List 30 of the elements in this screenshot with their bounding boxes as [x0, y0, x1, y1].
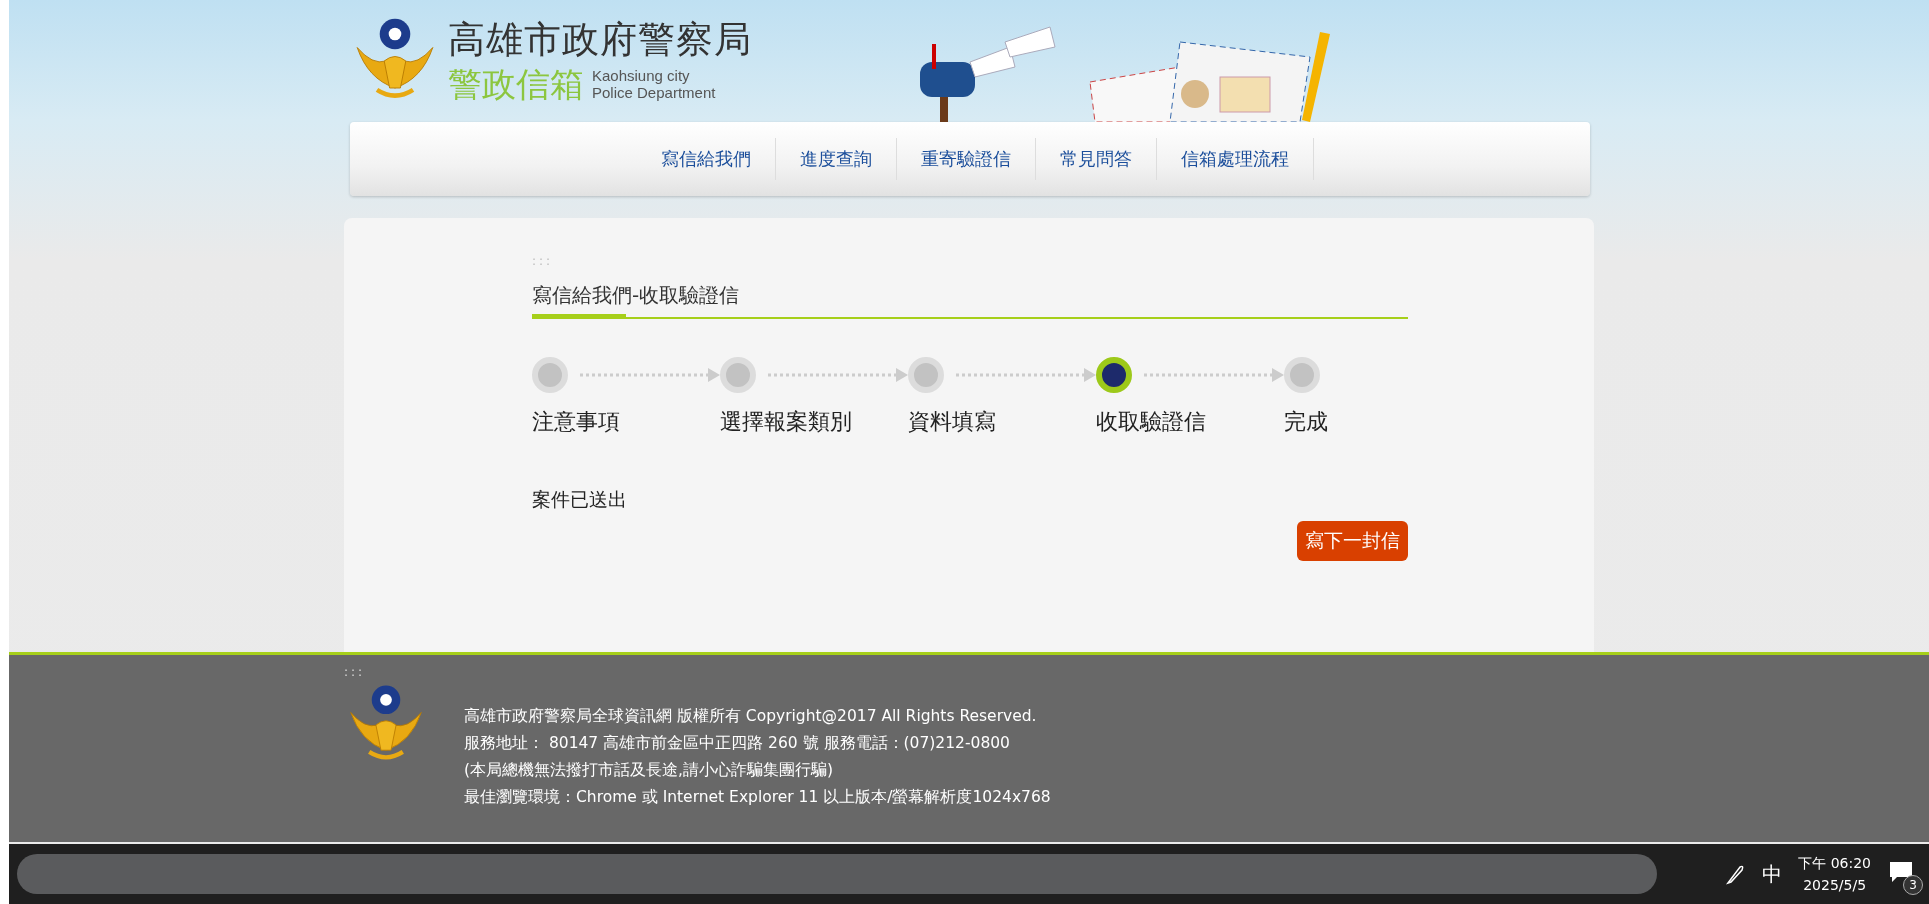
footer-text: 高雄市政府警察局全球資訊網 版權所有 Copyright@2017 All Rights Reserved.	[464, 706, 1038, 727]
footer-text: 服務地址： 80147 高雄市前金區中正四路 260 號 服務電話：(07)212-0800	[464, 733, 1011, 754]
nav-link[interactable]: 重寄驗證信	[896, 138, 1036, 180]
status-message: 案件已送出	[532, 487, 628, 512]
nav-link[interactable]: 信箱處理流程	[1156, 138, 1314, 180]
site-subtitle: 警政信箱	[448, 64, 584, 104]
input-method-indicator[interactable]: 中	[1762, 860, 1783, 888]
write-next-button[interactable]: 寫下一封信	[1297, 521, 1408, 561]
page-heading: 寫信給我們-收取驗證信	[532, 282, 741, 309]
step-label: 完成	[1284, 408, 1329, 436]
dotted-arrow-icon	[956, 368, 1096, 382]
step-label: 注意事項	[532, 408, 621, 436]
step-label: 選擇報案類別	[720, 408, 853, 436]
clock-date[interactable]: 2025/5/5	[1803, 877, 1867, 893]
dotted-arrow-icon	[580, 368, 720, 382]
notification-count: 3	[1903, 875, 1923, 895]
clock-time[interactable]: 下午 06:20	[1798, 855, 1871, 873]
step-label: 資料填寫	[908, 408, 997, 436]
nav-link[interactable]: 寫信給我們	[636, 138, 776, 180]
dotted-arrow-icon	[768, 368, 908, 382]
english-name: Police Department	[592, 84, 716, 101]
english-name: Kaohsiung city	[592, 67, 691, 84]
nav-link[interactable]: 常見問答	[1035, 138, 1157, 180]
footer-text: (本局總機無法撥打市話及長途,請小心詐騙集團行騙)	[464, 760, 835, 781]
site-title: 高雄市政府警察局	[448, 18, 752, 62]
footer-text: 最佳瀏覽環境：Chrome 或 Internet Explorer 11 以上版本/螢幕解析度1024x768	[464, 787, 1051, 808]
dotted-arrow-icon	[1144, 368, 1284, 382]
step-label: 收取驗證信	[1096, 408, 1207, 436]
nav-link[interactable]: 進度查詢	[775, 138, 897, 180]
accesskey-mark[interactable]: :::	[344, 665, 1594, 679]
